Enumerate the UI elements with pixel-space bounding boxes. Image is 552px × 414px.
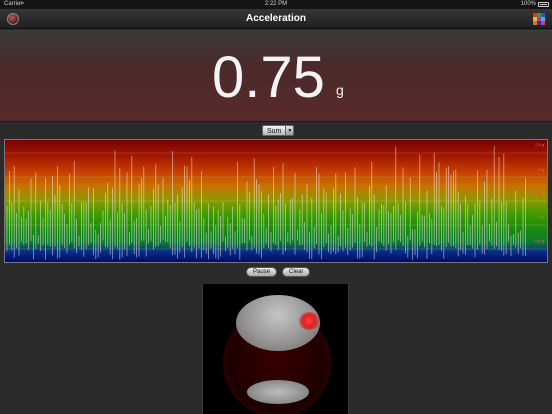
acceleration-unit: g xyxy=(336,82,344,98)
acceleration-value: 0.75 xyxy=(212,45,325,110)
clear-button[interactable]: Clear xyxy=(282,267,311,277)
page-title: Acceleration xyxy=(245,13,307,24)
status-time: 2:22 PM xyxy=(264,1,288,7)
pause-button[interactable]: Pause xyxy=(246,267,278,277)
graph-tick-label: 2.5 g xyxy=(535,142,544,147)
graph-tick-label: 1 g xyxy=(538,214,544,219)
mode-select[interactable]: Sum ▼ xyxy=(262,125,295,136)
graph-tick-label: 2 g xyxy=(538,167,544,172)
bubble-indicator xyxy=(299,312,319,330)
graph-tick-label: 1.5 g xyxy=(535,190,544,195)
bubble-level-panel xyxy=(202,284,349,414)
colors-icon[interactable] xyxy=(533,13,545,25)
graph-tick-label: 0.5 g xyxy=(535,238,544,243)
battery-icon xyxy=(538,2,549,7)
acceleration-readout-panel: 0.75 g xyxy=(0,30,552,122)
sphere-reflection xyxy=(247,380,309,404)
status-bar: Carrier ≈ 2:22 PM 100% xyxy=(0,0,552,9)
acceleration-graph: 2.5 g 2 g 1.5 g 1 g 0.5 g xyxy=(4,139,548,263)
mode-select-value[interactable]: Sum xyxy=(262,125,287,136)
navigation-bar: Acceleration xyxy=(0,9,552,29)
battery-percent: 100% xyxy=(520,1,536,7)
acceleration-graph-plot xyxy=(5,146,547,260)
chevron-down-icon[interactable]: ▼ xyxy=(286,125,295,136)
